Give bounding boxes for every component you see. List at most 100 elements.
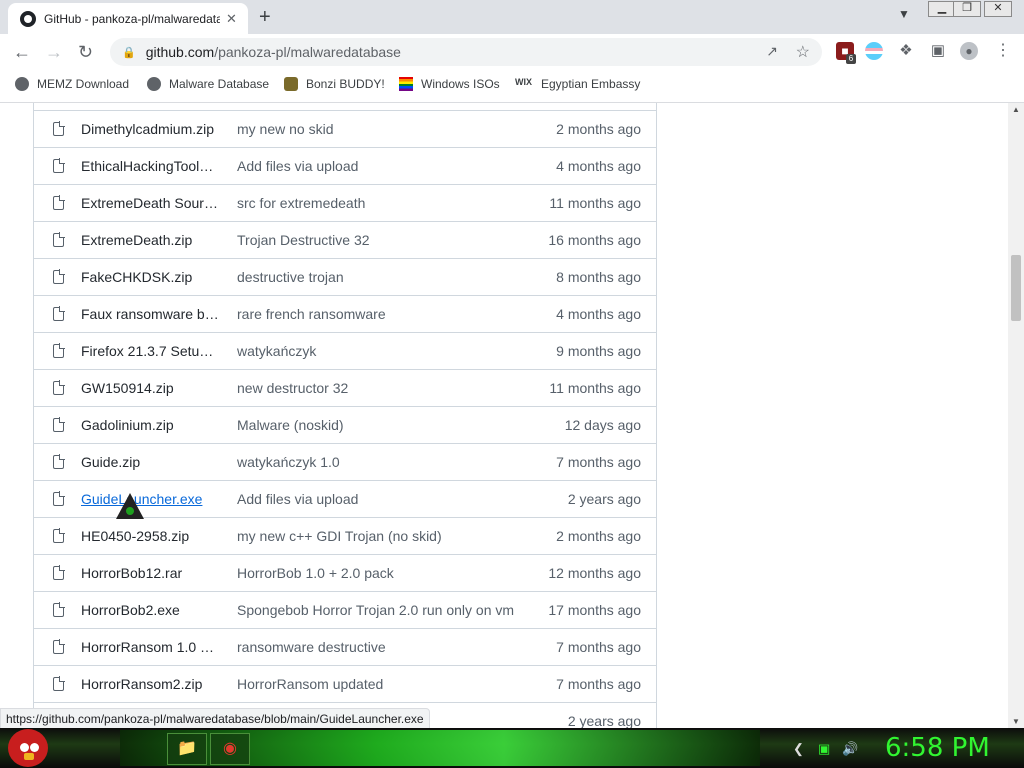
bookmark-windows-isos[interactable]: Windows ISOs bbox=[399, 77, 500, 91]
commit-age[interactable]: 11 months ago bbox=[549, 195, 641, 211]
commit-age[interactable]: 4 months ago bbox=[556, 306, 641, 322]
file-row: GW150914.zip new destructor 32 11 months a… bbox=[34, 369, 656, 406]
file-name[interactable]: HorrorBob2.exe bbox=[81, 602, 219, 618]
file-icon bbox=[53, 380, 65, 395]
file-name[interactable]: HE0450-2958.zip bbox=[81, 528, 219, 544]
commit-message[interactable]: my new no skid bbox=[237, 121, 527, 137]
commit-age[interactable]: 2 years ago bbox=[568, 491, 641, 507]
file-name[interactable]: Dimethylcadmium.zip bbox=[81, 121, 219, 137]
commit-age[interactable]: 11 months ago bbox=[549, 380, 641, 396]
commit-message[interactable]: my new c++ GDI Trojan (no skid) bbox=[237, 528, 527, 544]
file-name[interactable]: Firefox 21.3.7 Setup.... bbox=[81, 343, 219, 359]
commit-age[interactable]: 17 months ago bbox=[548, 602, 641, 618]
scrollbar-thumb[interactable] bbox=[1011, 255, 1021, 321]
lock-icon[interactable]: 🔒 bbox=[122, 46, 136, 59]
bookmark-star-icon[interactable]: ☆ bbox=[796, 42, 810, 62]
side-panel-icon[interactable]: ▣ bbox=[929, 42, 947, 60]
file-name[interactable]: FakeCHKDSK.zip bbox=[81, 269, 219, 285]
share-icon[interactable]: ↗ bbox=[766, 43, 778, 60]
commit-message[interactable]: Spongebob Horror Trojan 2.0 run only on … bbox=[237, 602, 527, 618]
file-name-hovered-link[interactable]: GuideLauncher.exe bbox=[81, 491, 219, 507]
commit-age[interactable]: 7 months ago bbox=[556, 454, 641, 470]
bookmark-malware-database[interactable]: Malware Database bbox=[147, 77, 269, 91]
reload-icon[interactable]: ↻ bbox=[78, 42, 93, 63]
bookmark-bonzi-buddy[interactable]: Bonzi BUDDY! bbox=[284, 77, 385, 91]
commit-age[interactable]: 9 months ago bbox=[556, 343, 641, 359]
close-window-button[interactable]: ✕ bbox=[984, 1, 1012, 17]
address-bar[interactable]: 🔒 github.com/pankoza-pl/malwaredatabase … bbox=[110, 38, 822, 66]
scroll-down-icon[interactable]: ▼ bbox=[1012, 717, 1020, 726]
commit-age[interactable]: 8 months ago bbox=[556, 269, 641, 285]
tab-strip: GitHub - pankoza-pl/malwaredatabase ✕ + … bbox=[0, 0, 1024, 34]
flag-extension-icon[interactable] bbox=[865, 42, 883, 60]
file-row: ExtremeDeath Sourc... src for extremedeat… bbox=[34, 184, 656, 221]
mouse-cursor-icon bbox=[116, 493, 144, 519]
file-icon bbox=[53, 158, 65, 173]
url-text[interactable]: github.com/pankoza-pl/malwaredatabase bbox=[146, 44, 401, 60]
file-name[interactable]: Gadolinium.zip bbox=[81, 417, 219, 433]
back-icon[interactable]: ← bbox=[13, 42, 31, 63]
commit-message[interactable]: watykańczyk 1.0 bbox=[237, 454, 527, 470]
commit-message[interactable]: Add files via upload bbox=[237, 158, 527, 174]
tab-search-chevron-icon[interactable]: ▼ bbox=[898, 7, 910, 21]
start-button-angry-bird-icon[interactable] bbox=[8, 729, 48, 767]
file-name[interactable]: GW150914.zip bbox=[81, 380, 219, 396]
file-explorer-icon[interactable]: 📁 bbox=[167, 733, 207, 765]
browser-toolbar: ← → ↻ 🔒 github.com/pankoza-pl/malwaredat… bbox=[0, 34, 1024, 70]
minimize-button[interactable]: ▁ bbox=[928, 1, 956, 17]
commit-age[interactable]: 7 months ago bbox=[556, 676, 641, 692]
file-icon bbox=[53, 417, 65, 432]
commit-message[interactable]: ransomware destructive bbox=[237, 639, 527, 655]
file-name[interactable]: HorrorRansom 1.0 Fi... bbox=[81, 639, 219, 655]
file-name[interactable]: Guide.zip bbox=[81, 454, 219, 470]
file-name[interactable]: EthicalHackingTools ... bbox=[81, 158, 219, 174]
bird-eye bbox=[20, 743, 29, 752]
chrome-taskbar-icon[interactable]: ◉ bbox=[210, 733, 250, 765]
file-row: FakeCHKDSK.zip destructive trojan 8 months… bbox=[34, 258, 656, 295]
forward-icon[interactable]: → bbox=[45, 42, 63, 63]
commit-age[interactable]: 2 months ago bbox=[556, 528, 641, 544]
tab-close-icon[interactable]: ✕ bbox=[226, 11, 237, 27]
volume-icon[interactable]: 🔊 bbox=[842, 741, 858, 757]
commit-message[interactable]: watykańczyk bbox=[237, 343, 527, 359]
page-scrollbar[interactable]: ▲ ▼ bbox=[1008, 103, 1024, 728]
new-tab-button[interactable]: + bbox=[259, 6, 271, 29]
commit-age[interactable]: 12 months ago bbox=[548, 565, 641, 581]
menu-kebab-icon[interactable]: ⋮ bbox=[994, 42, 1012, 60]
commit-age[interactable]: 7 months ago bbox=[556, 639, 641, 655]
commit-message[interactable]: HorrorRansom updated bbox=[237, 676, 527, 692]
commit-age[interactable]: 4 months ago bbox=[556, 158, 641, 174]
network-icon[interactable]: ▣ bbox=[818, 741, 830, 757]
commit-message[interactable]: Malware (noskid) bbox=[237, 417, 527, 433]
commit-message[interactable]: Trojan Destructive 32 bbox=[237, 232, 527, 248]
scroll-up-icon[interactable]: ▲ bbox=[1012, 105, 1020, 114]
file-name[interactable]: HorrorBob12.rar bbox=[81, 565, 219, 581]
extension-badge: 6 bbox=[846, 54, 856, 64]
file-name[interactable]: ExtremeDeath.zip bbox=[81, 232, 219, 248]
commit-age[interactable]: 12 days ago bbox=[565, 417, 641, 433]
commit-age[interactable]: 16 months ago bbox=[548, 232, 641, 248]
extensions-puzzle-icon[interactable]: ❖ bbox=[897, 42, 915, 60]
commit-message[interactable]: destructive trojan bbox=[237, 269, 527, 285]
commit-age[interactable]: 2 years ago bbox=[568, 713, 641, 728]
tray-chevron-icon[interactable]: ❮ bbox=[793, 741, 804, 757]
commit-message[interactable]: rare french ransomware bbox=[237, 306, 527, 322]
profile-avatar-icon[interactable]: ● bbox=[960, 42, 978, 60]
file-name[interactable]: Faux ransomware by... bbox=[81, 306, 219, 322]
file-icon bbox=[53, 232, 65, 247]
file-row: Faux ransomware by... rare french ransomw… bbox=[34, 295, 656, 332]
taskbar-clock[interactable]: 6:58 PM bbox=[885, 733, 990, 763]
commit-message[interactable]: Add files via upload bbox=[237, 491, 527, 507]
bookmark-egyptian-embassy[interactable]: WIX Egyptian Embassy bbox=[515, 77, 640, 91]
commit-message[interactable]: src for extremedeath bbox=[237, 195, 527, 211]
commit-message[interactable]: HorrorBob 1.0 + 2.0 pack bbox=[237, 565, 527, 581]
tab-title: GitHub - pankoza-pl/malwaredatabase bbox=[44, 11, 220, 26]
file-name[interactable]: HorrorRansom2.zip bbox=[81, 676, 219, 692]
file-row: EthicalHackingTools ... Add files via upl… bbox=[34, 147, 656, 184]
browser-tab[interactable]: GitHub - pankoza-pl/malwaredatabase ✕ bbox=[8, 3, 248, 34]
restore-button[interactable]: ❐ bbox=[953, 1, 981, 17]
bookmark-memz[interactable]: MEMZ Download bbox=[15, 77, 129, 91]
commit-age[interactable]: 2 months ago bbox=[556, 121, 641, 137]
commit-message[interactable]: new destructor 32 bbox=[237, 380, 527, 396]
file-name[interactable]: ExtremeDeath Sourc... bbox=[81, 195, 219, 211]
